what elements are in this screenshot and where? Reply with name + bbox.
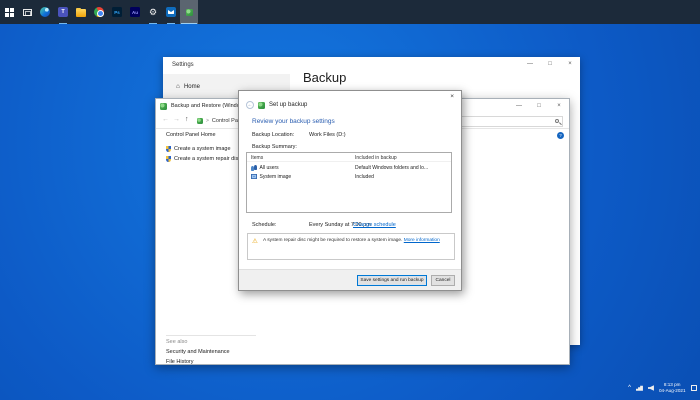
tray-date: 04-Aug-2021 — [659, 388, 686, 394]
dialog-footer: Save settings and run backup Cancel — [239, 269, 461, 290]
minimize-icon[interactable]: — — [509, 99, 529, 113]
item-cell: All users — [251, 165, 279, 171]
taskbar-item-teams[interactable]: T — [54, 0, 72, 24]
included-cell: Default Windows folders and lo... — [355, 165, 428, 171]
task-view-button[interactable] — [18, 0, 36, 24]
column-items: Items — [251, 155, 263, 161]
back-icon[interactable]: ← — [162, 116, 169, 123]
settings-window-title: Settings — [172, 62, 194, 68]
system-image-icon — [251, 174, 257, 179]
sidebar-item-home[interactable]: ⌂ Home — [176, 83, 200, 90]
chevron-right-icon: > — [206, 118, 209, 124]
warning-box: ⚠ A system repair disc might be required… — [247, 233, 455, 260]
show-hidden-icons-button[interactable]: ^ — [628, 385, 631, 391]
see-also-section: See also Security and Maintenance File H… — [166, 335, 256, 369]
help-icon[interactable]: ? — [557, 132, 564, 139]
back-icon[interactable]: ← — [246, 101, 254, 109]
teams-icon: T — [58, 7, 68, 17]
create-repair-disc-label: Create a system repair disc — [174, 156, 241, 162]
change-schedule-link[interactable]: Change schedule — [353, 222, 396, 228]
dialog-heading: Review your backup settings — [252, 118, 335, 125]
dialog-header: ← Set up backup — [246, 101, 307, 109]
network-icon[interactable] — [636, 385, 643, 391]
backup-app-icon — [186, 9, 193, 16]
gear-icon: ⚙ — [149, 8, 157, 17]
item-label: System image — [260, 174, 292, 180]
all-users-icon — [251, 165, 257, 170]
taskbar-item-settings[interactable]: ⚙ — [144, 0, 162, 24]
backup-summary-table: Items Included in backup All users Defau… — [246, 152, 452, 213]
audition-icon: Au — [130, 7, 140, 17]
file-explorer-icon — [76, 9, 86, 17]
backup-location-label: Backup Location: — [252, 132, 294, 138]
table-header: Items Included in backup — [247, 153, 451, 162]
close-icon[interactable]: × — [549, 99, 569, 113]
taskbar-item-mail[interactable] — [162, 0, 180, 24]
settings-page-title: Backup — [303, 70, 346, 85]
close-icon[interactable]: × — [560, 57, 580, 71]
uac-shield-icon — [166, 146, 171, 152]
photoshop-icon: Ps — [112, 7, 122, 17]
table-row[interactable]: All users Default Windows folders and lo… — [247, 163, 451, 172]
warning-text: A system repair disc might be required t… — [263, 238, 450, 244]
volume-icon[interactable] — [648, 385, 654, 391]
setup-backup-icon — [258, 102, 265, 109]
taskbar-item-file-explorer[interactable] — [72, 0, 90, 24]
uac-shield-icon — [166, 156, 171, 162]
taskbar-item-backup-restore[interactable] — [180, 0, 198, 24]
taskbar: T Ps Au ⚙ — [0, 0, 700, 24]
control-panel-home-label: Control Panel Home — [166, 132, 216, 138]
sidebar-item-control-panel-home[interactable]: Control Panel Home — [166, 132, 216, 138]
see-also-label: See also — [166, 339, 256, 345]
create-system-image-label: Create a system image — [174, 146, 231, 152]
close-icon[interactable]: × — [447, 92, 457, 101]
taskbar-item-chrome[interactable] — [90, 0, 108, 24]
minimize-icon[interactable]: — — [520, 57, 540, 71]
cancel-button[interactable]: Cancel — [431, 275, 455, 286]
maximize-icon[interactable]: □ — [529, 99, 549, 113]
up-icon[interactable]: ↑ — [185, 116, 189, 123]
warning-message: A system repair disc might be required t… — [263, 238, 404, 243]
task-view-icon — [23, 9, 32, 16]
more-information-link[interactable]: More information — [404, 238, 440, 243]
setup-backup-dialog: × ← Set up backup Review your backup set… — [238, 90, 462, 291]
search-icon — [555, 119, 560, 124]
backup-app-icon — [160, 103, 167, 110]
mail-icon — [166, 7, 176, 17]
item-cell: System image — [251, 174, 291, 180]
dialog-title: Set up backup — [269, 102, 307, 108]
edge-icon — [40, 7, 50, 17]
schedule-label: Schedule: — [252, 222, 276, 228]
maximize-icon[interactable]: □ — [540, 57, 560, 71]
column-included: Included in backup — [355, 155, 397, 161]
taskbar-item-edge[interactable] — [36, 0, 54, 24]
home-label: Home — [184, 84, 200, 90]
control-panel-icon — [197, 118, 203, 124]
sidebar-item-create-repair-disc[interactable]: Create a system repair disc — [166, 156, 241, 162]
taskbar-item-photoshop[interactable]: Ps — [108, 0, 126, 24]
save-settings-run-backup-button[interactable]: Save settings and run backup — [357, 275, 427, 286]
table-row[interactable]: System image Included — [247, 172, 451, 181]
sidebar-item-security-maintenance[interactable]: Security and Maintenance — [166, 349, 256, 355]
home-icon: ⌂ — [176, 83, 180, 90]
backup-window-controls: — □ × — [509, 99, 569, 113]
taskbar-item-audition[interactable]: Au — [126, 0, 144, 24]
warning-icon: ⚠ — [252, 237, 258, 245]
item-label: All users — [260, 165, 279, 171]
sidebar-item-file-history[interactable]: File History — [166, 359, 256, 365]
chrome-icon — [94, 7, 104, 17]
start-button[interactable] — [0, 0, 18, 24]
forward-icon[interactable]: → — [173, 116, 180, 123]
clock[interactable]: 8:13 pm 04-Aug-2021 — [659, 382, 686, 393]
settings-window-controls: — □ × — [520, 57, 580, 71]
action-center-icon[interactable] — [691, 385, 698, 392]
backup-location-value: Work Files (D:) — [309, 132, 346, 138]
included-cell: Included — [355, 174, 374, 180]
windows-logo-icon — [5, 8, 14, 17]
sidebar-item-create-system-image[interactable]: Create a system image — [166, 146, 231, 152]
system-tray: ^ 8:13 pm 04-Aug-2021 — [628, 376, 697, 400]
backup-summary-label: Backup Summary: — [252, 144, 297, 150]
